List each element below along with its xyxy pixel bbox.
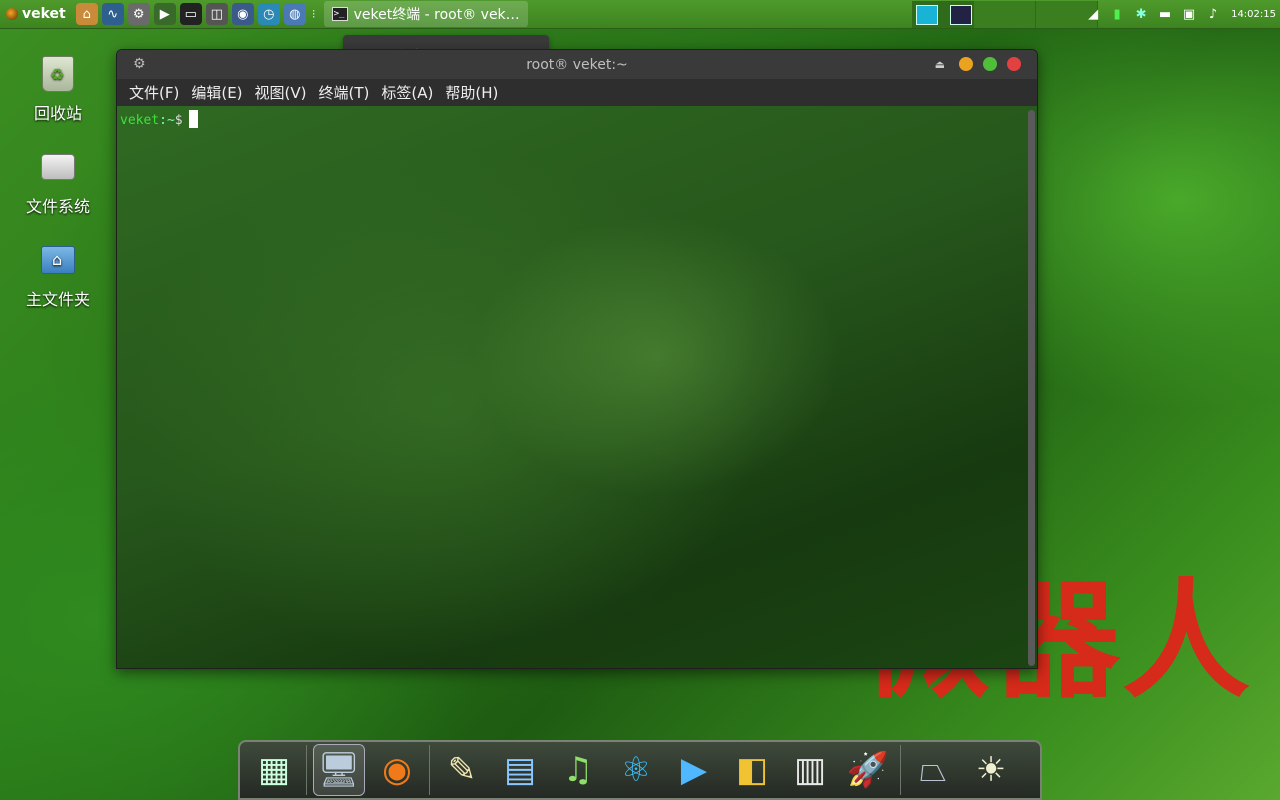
file-manager-icon[interactable]: ⌂ [75,3,98,25]
menu-tabs[interactable]: 标签(A) [375,82,439,103]
text-editor-icon[interactable]: ✎ [436,744,488,796]
media-player-icon[interactable]: ▶ [668,744,720,796]
close-button[interactable] [1007,57,1021,71]
workspace-window-icon [916,4,938,25]
atom-icon[interactable]: ⚛ [610,744,662,796]
menu-file[interactable]: 文件(F) [123,82,185,103]
music-icon[interactable]: ♫ [552,744,604,796]
shell-prompt: veket:~$ [120,110,198,128]
desktop-icon-label: 回收站 [33,104,82,123]
prompt-host: veket [120,113,160,128]
window-controls: ⏏ [935,57,1021,71]
start-menu-label: veket [22,6,66,22]
start-menu-button[interactable]: veket [0,0,72,29]
terminal-task-icon: >_ [331,7,348,21]
terminal-menubar: 文件(F) 编辑(E) 视图(V) 终端(T) 标签(A) 帮助(H) [117,79,1037,106]
launcher-separator-icon: ⁝ [311,7,316,21]
quick-launch: ⌂ ∿ ⚙ ▶ ▭ ◫ ◉ ◷ ◍ ⁝ [72,3,322,25]
rocket-icon[interactable]: 🚀 [842,744,894,796]
menu-help[interactable]: 帮助(H) [439,82,504,103]
keyboard-icon[interactable]: ▬ [1155,5,1175,25]
firefox-icon[interactable]: ◉ [371,744,423,796]
home-folder-icon [41,246,75,274]
taskbar-terminal-button[interactable]: >_ veket终端 - root® vek… [323,1,528,27]
veket-logo-icon [6,8,18,20]
terminal-scrollbar[interactable] [1028,110,1035,666]
brightness-icon[interactable]: ☀ [965,744,1017,796]
text-cursor [188,110,198,128]
terminal-window: ⚙ root® veket:~ ⏏ 文件(F) 编辑(E) 视图(V) 终端(T… [116,49,1038,669]
dock-separator [900,745,901,795]
disk-icon[interactable]: ◉ [231,3,254,25]
system-monitor-icon[interactable]: ∿ [101,3,124,25]
prompt-path: :~ [159,113,175,128]
menu-edit[interactable]: 编辑(E) [185,82,248,103]
workspace-1[interactable] [912,1,974,28]
trash-icon [42,56,74,92]
dock-desktop-settings-icon[interactable]: 🖥 [313,744,365,796]
prompt-symbol: $ [174,113,183,128]
workspace-terminal-icon [950,4,972,25]
window-title: root® veket:~ [526,56,628,73]
taskbar-terminal-title: veket终端 - root® vek… [353,7,520,23]
minimize-button[interactable] [959,57,973,71]
office-chart-icon[interactable]: ▥ [784,744,836,796]
battery-icon[interactable]: ▮ [1107,5,1127,25]
drive-icon [41,154,75,180]
desktop-icon-home[interactable]: 主文件夹 [8,240,108,310]
settings-icon[interactable]: ⚙ [127,3,150,25]
clipboard-icon[interactable]: ▣ [1179,5,1199,25]
dock-shelf-icon[interactable]: ⏢ [907,744,959,796]
top-panel: veket ⌂ ∿ ⚙ ▶ ▭ ◫ ◉ ◷ ◍ ⁝ >_ veket终端 - r… [0,0,1280,29]
bluetooth-icon[interactable]: ✱ [1131,5,1151,25]
workspace-pager [912,1,1098,28]
dock-separator [306,745,307,795]
shade-icon[interactable]: ⏏ [935,58,945,71]
network-globe-icon[interactable]: ◍ [283,3,306,25]
desktop-icon-filesystem[interactable]: 文件系统 [8,147,108,217]
terminal-titlebar[interactable]: ⚙ root® veket:~ ⏏ [117,50,1037,79]
desktop-icon-label: 文件系统 [25,197,90,216]
workspace-2[interactable] [974,1,1036,28]
screenshot-icon[interactable]: ◫ [205,3,228,25]
volume-icon[interactable]: ♪ [1203,5,1223,25]
clock-icon[interactable]: ◷ [257,3,280,25]
dock-app-icon[interactable]: ▦ [248,744,300,796]
terminal-icon[interactable]: ▭ [179,3,202,25]
logout-door-icon[interactable]: ◧ [726,744,778,796]
maximize-button[interactable] [983,57,997,71]
menu-view[interactable]: 视图(V) [249,82,313,103]
image-viewer-icon[interactable]: ▤ [494,744,546,796]
desktop-icon-label: 主文件夹 [25,290,90,309]
desktop-icon-trash[interactable]: 回收站 [8,54,108,124]
dock: ▦ 🖥 ◉ ✎ ▤ ♫ ⚛ ▶ ◧ ▥ 🚀 ⏢ ☀ [238,740,1042,800]
clock[interactable]: 14:02:15 [1227,9,1276,20]
media-play-icon[interactable]: ▶ [153,3,176,25]
menu-terminal[interactable]: 终端(T) [313,82,376,103]
dock-separator [429,745,430,795]
system-tray: ◢ ▮ ✱ ▬ ▣ ♪ 14:02:15 [1083,0,1280,29]
wifi-icon[interactable]: ◢ [1083,5,1103,25]
terminal-output[interactable]: veket:~$ [117,106,1037,668]
